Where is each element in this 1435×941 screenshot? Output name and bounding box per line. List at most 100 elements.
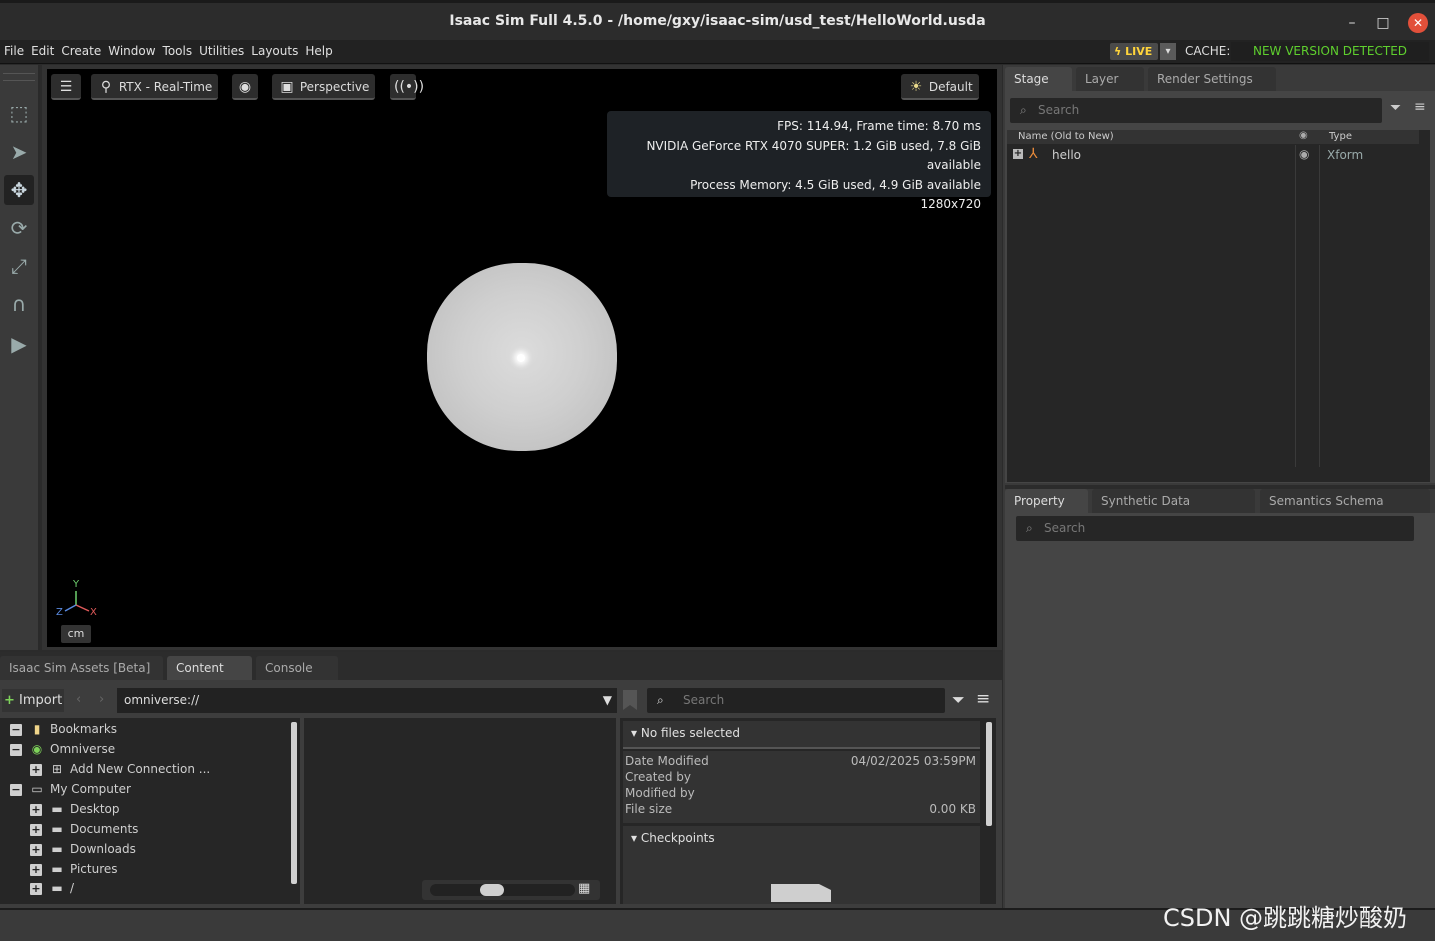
viewport[interactable]: ☰ ⚲ RTX - Real-Time ◉ ▣ Perspective ((•)…	[47, 69, 997, 647]
back-icon[interactable]: ‹	[76, 692, 81, 707]
file-size-value: 0.00 KB	[929, 802, 976, 816]
expand-icon[interactable]: +	[30, 804, 42, 816]
expand-icon[interactable]: +	[30, 883, 42, 895]
grid-view-icon[interactable]: ▦	[578, 881, 590, 896]
tab-console[interactable]: Console	[256, 656, 338, 680]
pointer-icon[interactable]: ➤	[4, 137, 34, 167]
stats-overlay: FPS: 114.94, Frame time: 8.70 ms NVIDIA …	[607, 111, 991, 211]
details-scrollbar[interactable]	[986, 722, 992, 826]
units-label: cm	[61, 625, 91, 643]
filter-icon[interactable]: ⏷	[952, 690, 965, 710]
column-type[interactable]: Type	[1329, 131, 1352, 142]
snap-magnet-icon[interactable]: ∩	[4, 289, 34, 319]
tree-item-documents[interactable]: + ▬ Documents	[30, 822, 138, 836]
drive-icon: ▬	[51, 802, 63, 816]
column-visibility-eye-icon[interactable]: ◉	[1299, 130, 1308, 141]
collapse-icon[interactable]: −	[10, 744, 22, 756]
tree-item-add-connection[interactable]: + ⊞ Add New Connection ...	[30, 762, 210, 776]
scale-icon[interactable]: ⤢	[4, 251, 34, 281]
property-search-input[interactable]: ⌕ Search	[1016, 516, 1414, 541]
menu-icon[interactable]: ≡	[1414, 99, 1426, 115]
lightning-icon: ϟ	[1114, 45, 1122, 58]
select-box-icon[interactable]: ⬚	[4, 98, 34, 128]
tab-content[interactable]: Content	[167, 656, 252, 680]
tree-item-label: My Computer	[50, 782, 131, 796]
axis-y-label: Y	[73, 579, 80, 590]
menu-create[interactable]: Create	[57, 40, 104, 58]
tree-item-label: /	[70, 881, 75, 895]
tree-item-downloads[interactable]: + ▬ Downloads	[30, 842, 136, 856]
forward-icon[interactable]: ›	[99, 692, 104, 707]
filter-icon[interactable]: ⏷	[1390, 100, 1401, 116]
import-button[interactable]: + Import	[2, 689, 64, 712]
close-button[interactable]: ✕	[1408, 13, 1428, 33]
checkpoints-section[interactable]: ▾ Checkpoints	[623, 826, 980, 904]
live-toggle[interactable]: ϟ LIVE	[1110, 43, 1158, 60]
tab-synthetic-data-recorder[interactable]: Synthetic Data Recorder	[1092, 489, 1255, 532]
visibility-eye-icon[interactable]: ◉	[1299, 147, 1309, 161]
tab-stage[interactable]: Stage	[1005, 67, 1072, 91]
lighting-button[interactable]: ☀ Default	[901, 74, 979, 100]
collapse-icon[interactable]: −	[10, 784, 22, 796]
tree-item-bookmarks[interactable]: − ▮ Bookmarks	[10, 722, 117, 736]
tree-item-root[interactable]: + ▬ /	[30, 881, 74, 895]
new-version-badge[interactable]: NEW VERSION DETECTED	[1231, 42, 1429, 61]
menu-help[interactable]: Help	[301, 40, 335, 58]
camera-button[interactable]: ▣ Perspective	[272, 74, 376, 100]
tree-item-pictures[interactable]: + ▬ Pictures	[30, 862, 118, 876]
date-modified-label: Date Modified	[625, 754, 709, 768]
file-grid[interactable]	[304, 718, 616, 904]
stage-tree-header: Name (Old to New) ◉ Type	[1007, 130, 1419, 144]
rotate-icon[interactable]: ⟳	[4, 213, 34, 243]
add-server-icon: ⊞	[51, 762, 63, 776]
play-icon[interactable]: ▶	[4, 329, 34, 359]
tab-layer[interactable]: Layer	[1076, 67, 1144, 91]
zoom-handle[interactable]	[480, 884, 504, 896]
tab-render-settings[interactable]: Render Settings	[1148, 67, 1276, 91]
move-icon[interactable]: ✥	[4, 175, 34, 205]
watermark: CSDN @跳跳糖炒酸奶	[1163, 904, 1408, 932]
content-search-input[interactable]: ⌕ Search	[647, 688, 945, 713]
visibility-button[interactable]: ◉	[232, 74, 258, 100]
menu-icon[interactable]: ≡	[976, 689, 990, 709]
column-name[interactable]: Name (Old to New)	[1018, 131, 1114, 142]
bulb-icon: ⚲	[100, 79, 112, 95]
menu-file[interactable]: File	[0, 40, 27, 58]
maximize-button[interactable]: □	[1373, 13, 1393, 33]
tree-item-my-computer[interactable]: − ▭ My Computer	[10, 782, 131, 796]
tree-item-desktop[interactable]: + ▬ Desktop	[30, 802, 120, 816]
resolution-stat: 1280x720	[920, 197, 981, 211]
expand-icon[interactable]: +	[30, 864, 42, 876]
details-body: Date Modified 04/02/2025 03:59PM Created…	[623, 751, 980, 823]
tab-property[interactable]: Property	[1005, 489, 1088, 513]
expand-icon[interactable]: +	[30, 844, 42, 856]
tab-isaac-sim-assets[interactable]: Isaac Sim Assets [Beta]	[0, 656, 163, 680]
expand-icon[interactable]: +	[1013, 149, 1023, 159]
menu-edit[interactable]: Edit	[27, 40, 57, 58]
dropdown-arrow-icon[interactable]: ▼	[603, 688, 612, 713]
tree-item-label: Bookmarks	[50, 722, 118, 736]
menu-window[interactable]: Window	[104, 40, 158, 58]
minimize-button[interactable]: –	[1342, 13, 1362, 33]
expand-icon[interactable]: +	[30, 764, 42, 776]
menu-layouts[interactable]: Layouts	[247, 40, 301, 58]
tab-semantics-schema-editor[interactable]: Semantics Schema Editor	[1260, 489, 1430, 532]
collapse-icon[interactable]: −	[10, 724, 22, 736]
expand-icon[interactable]: +	[30, 824, 42, 836]
import-label: Import	[19, 693, 63, 708]
tree-scrollbar[interactable]	[291, 722, 297, 884]
column-divider	[1295, 145, 1296, 467]
viewport-settings-button[interactable]: ☰	[51, 74, 81, 100]
tree-item-omniverse[interactable]: − ◉ Omniverse	[10, 742, 115, 756]
live-dropdown-button[interactable]: ▾	[1160, 43, 1176, 60]
details-header[interactable]: ▾ No files selected	[623, 721, 980, 749]
menu-tools[interactable]: Tools	[159, 40, 196, 58]
left-toolbar: ⬚ ➤ ✥ ⟳ ⤢ ∩ ▶	[0, 65, 40, 650]
path-input[interactable]: omniverse:// ▼	[117, 688, 617, 713]
zoom-slider[interactable]: ▦	[422, 880, 600, 900]
renderer-button[interactable]: ⚲ RTX - Real-Time	[91, 74, 219, 100]
table-row[interactable]: + ⅄ hello ◉ Xform	[1011, 146, 1419, 164]
menu-utilities[interactable]: Utilities	[195, 40, 247, 58]
stream-button[interactable]: ((•))	[390, 74, 424, 100]
stage-search-input[interactable]: ⌕ Search	[1010, 98, 1382, 123]
